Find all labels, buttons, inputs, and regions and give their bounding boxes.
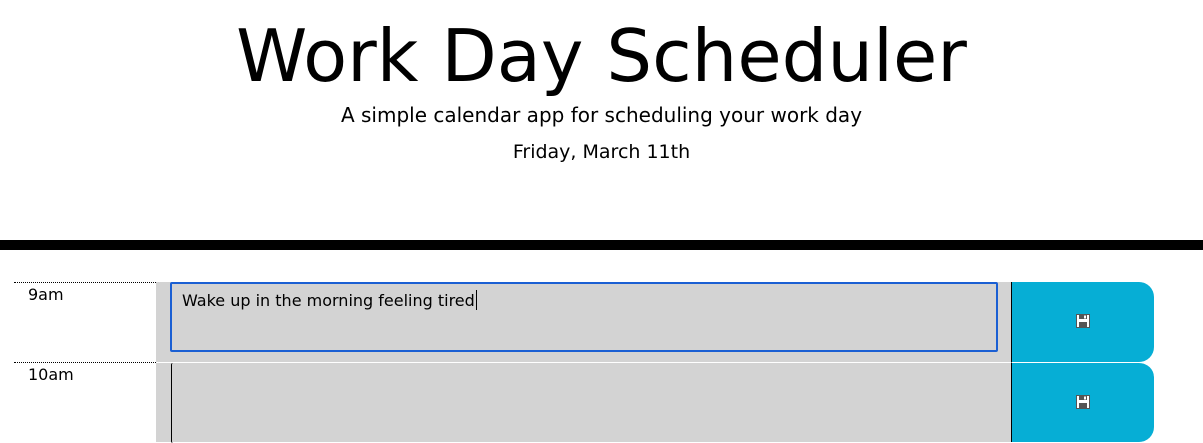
description-column <box>156 362 1012 443</box>
description-textarea[interactable]: Wake up in the morning feeling tired <box>170 282 998 352</box>
header: Work Day Scheduler A simple calendar app… <box>0 0 1203 240</box>
current-day: Friday, March 11th <box>512 141 691 163</box>
description-textarea[interactable] <box>171 363 999 443</box>
save-button[interactable] <box>1012 282 1154 362</box>
page-subtitle: A simple calendar app for scheduling you… <box>340 103 863 127</box>
text-caret <box>475 290 477 310</box>
hour-column: 9am <box>14 282 156 363</box>
save-icon <box>1076 314 1090 328</box>
header-divider <box>0 240 1203 250</box>
description-text: Wake up in the morning feeling tired <box>182 291 475 310</box>
page-title: Work Day Scheduler <box>236 14 967 98</box>
timeblock-9am: 9am Wake up in the morning feeling tired <box>0 282 1203 362</box>
save-button[interactable] <box>1012 362 1154 442</box>
hour-label: 9am <box>28 285 64 304</box>
hour-label: 10am <box>28 365 74 384</box>
description-column: Wake up in the morning feeling tired <box>156 282 1012 362</box>
hour-column: 10am <box>14 362 156 443</box>
save-icon <box>1076 395 1090 409</box>
timeblock-10am: 10am <box>0 362 1203 443</box>
